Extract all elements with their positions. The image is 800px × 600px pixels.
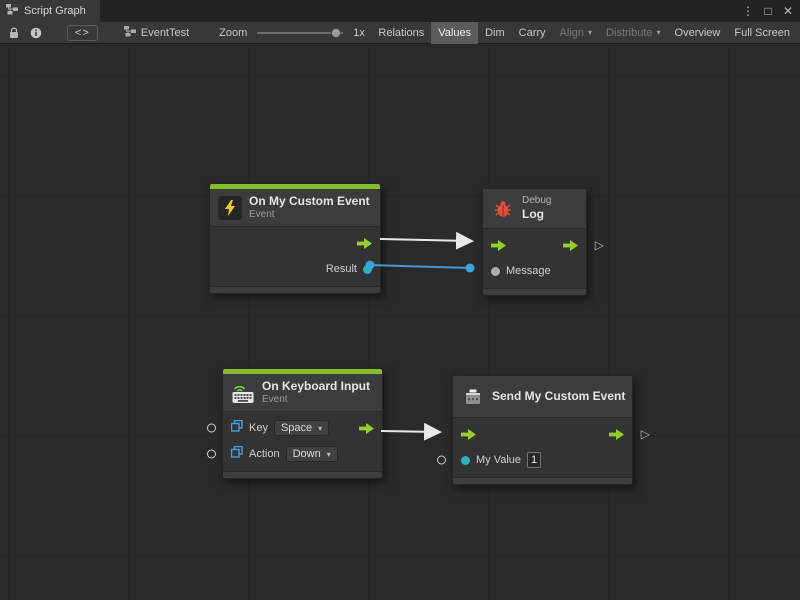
flow-output-port[interactable] [359,423,374,434]
port-label-result: Result [326,263,357,275]
flow-input-port[interactable] [461,429,476,440]
wire-value-result-to-message[interactable] [370,265,470,268]
graph-selector-button[interactable]: EventTest [124,26,189,40]
chevron-down-icon: ▾ [588,28,592,37]
wire-endpoint[interactable] [466,264,475,273]
zoom-control: Zoom 1x [219,27,365,39]
node-header[interactable]: On Keyboard Input Event [223,374,382,412]
value-connect-port[interactable] [437,456,446,465]
event-machine-icon [461,385,485,409]
window-controls: ⋮ □ ✕ [740,4,800,18]
branch-triangle-icon[interactable]: ▷ [595,239,604,251]
bug-icon [491,197,515,221]
keyboard-icon [231,381,255,405]
graph-asset-name: EventTest [141,27,189,39]
maximize-icon[interactable]: □ [760,4,776,18]
node-footer [223,471,382,478]
flow-input-port[interactable] [491,240,506,251]
chevron-down-icon: ▾ [327,450,331,459]
my-value-input[interactable]: 1 [527,452,541,468]
branch-triangle-icon[interactable]: ▷ [641,428,650,440]
info-icon[interactable] [25,22,47,44]
graph-wires [0,44,800,600]
node-on-keyboard-input[interactable]: On Keyboard Input Event Key Space ▾ [222,368,383,479]
tab-title: Script Graph [24,5,86,17]
values-button[interactable]: Values [431,22,478,44]
align-button[interactable]: Align ▾ [553,22,599,44]
value-input-port-my-value[interactable] [461,456,470,465]
value-connect-port[interactable] [207,450,216,459]
port-label-my-value: My Value [476,454,521,466]
overview-button[interactable]: Overview [668,22,728,44]
unity-script-graph-window: Script Graph ⋮ □ ✕ <> EventTest Zoom 1x [0,0,800,600]
node-footer [453,477,632,484]
key-dropdown[interactable]: Space ▾ [274,420,329,436]
node-debug-log[interactable]: Debug Log ▷ Message [482,188,587,296]
code-preview-button[interactable]: <> [67,25,98,41]
node-subtitle: Event [262,394,370,407]
dim-button[interactable]: Dim [478,22,512,44]
node-on-my-custom-event[interactable]: On My Custom Event Event Result [209,183,381,294]
node-header[interactable]: On My Custom Event Event [210,189,380,227]
zoom-slider[interactable] [257,32,343,34]
tab-script-graph[interactable]: Script Graph [0,0,100,22]
graph-canvas[interactable]: On My Custom Event Event Result [0,44,800,600]
node-footer [210,286,380,293]
distribute-button[interactable]: Distribute ▾ [599,22,667,44]
toolbar-buttons: Relations Values Dim Carry Align ▾ Distr… [371,22,797,44]
flow-output-port[interactable] [563,240,578,251]
graph-asset-icon [124,26,136,40]
script-graph-icon [6,4,18,18]
zoom-label: Zoom [219,27,247,39]
graph-toolbar: <> EventTest Zoom 1x Relations Values Di… [0,22,800,44]
wire-flow-keyboard-to-send[interactable] [381,431,438,432]
port-label-message: Message [506,265,551,277]
node-send-my-custom-event[interactable]: Send My Custom Event ▷ My Value [452,375,633,485]
fullscreen-button[interactable]: Full Screen [727,22,797,44]
node-title: Send My Custom Event [492,389,625,404]
lock-icon[interactable] [3,22,25,44]
node-title: On Keyboard Input [262,379,370,394]
value-connect-port[interactable] [207,424,216,433]
lightning-icon [218,196,242,220]
value-output-port-result[interactable] [363,265,372,274]
carry-button[interactable]: Carry [512,22,553,44]
action-dropdown[interactable]: Down ▾ [286,446,338,462]
relations-button[interactable]: Relations [371,22,431,44]
keycode-type-icon [231,419,243,437]
node-title: Log [522,207,551,222]
window-menu-icon[interactable]: ⋮ [740,4,756,18]
flow-output-port[interactable] [609,429,624,440]
node-footer [483,288,586,295]
value-input-port-message[interactable] [491,267,500,276]
zoom-value: 1x [353,27,365,39]
action-type-icon [231,445,243,463]
node-header[interactable]: Send My Custom Event [453,376,632,418]
port-label-key: Key [249,422,268,434]
node-header[interactable]: Debug Log [483,189,586,229]
flow-output-port[interactable] [357,238,372,249]
titlebar: Script Graph ⋮ □ ✕ [0,0,800,22]
node-subtitle: Event [249,209,370,222]
zoom-slider-handle[interactable] [331,28,341,38]
wire-flow-custom-event-to-log[interactable] [380,239,470,241]
close-icon[interactable]: ✕ [780,4,796,18]
chevron-down-icon: ▾ [657,28,661,37]
port-label-action: Action [249,448,280,460]
node-category: Debug [522,195,551,208]
chevron-down-icon: ▾ [318,424,322,433]
node-title: On My Custom Event [249,194,370,209]
